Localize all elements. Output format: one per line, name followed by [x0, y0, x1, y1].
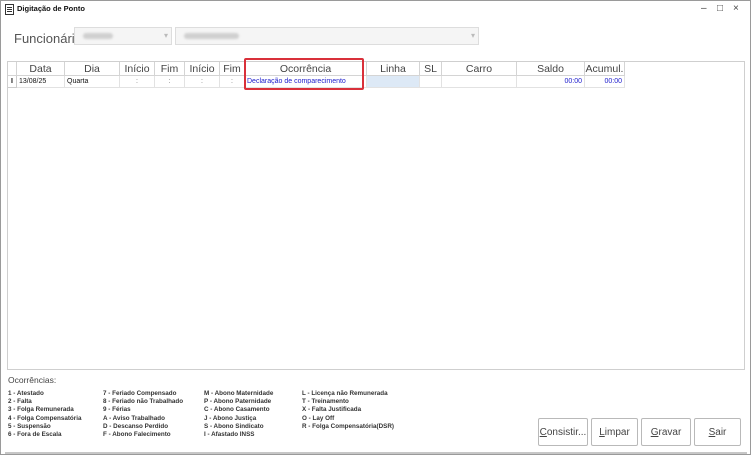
consistir-mnemonic: C — [539, 427, 547, 438]
timesheet-grid[interactable]: Data Dia Início Fim Início Fim Ocorrênci… — [7, 61, 745, 370]
chevron-down-icon[interactable]: ▾ — [164, 31, 168, 40]
bottom-divider — [5, 452, 747, 454]
legend-item: 2 - Falta — [8, 398, 32, 406]
row-indicator: I — [8, 76, 17, 88]
limpar-button[interactable]: Limpar — [591, 418, 638, 446]
legend-column-3: M - Abono Maternidade P - Abono Paternid… — [204, 390, 273, 439]
close-button[interactable]: × — [733, 3, 739, 15]
consistir-label: onsistir... — [546, 427, 587, 438]
cell-acumul[interactable]: 00:00 — [585, 76, 625, 88]
maximize-button[interactable]: □ — [717, 3, 723, 15]
cell-inicio1[interactable]: : — [120, 76, 155, 88]
legend-title: Ocorrências: — [8, 375, 57, 385]
row-indicator-header — [8, 62, 17, 76]
col-fim1-header[interactable]: Fim — [155, 62, 185, 76]
cell-inicio2[interactable]: : — [185, 76, 220, 88]
legend-item: S - Abono Sindicato — [204, 422, 264, 430]
cell-carro[interactable] — [442, 76, 517, 88]
legend-item: I - Afastado INSS — [204, 431, 255, 439]
gravar-button[interactable]: Gravar — [641, 418, 691, 446]
legend-item: 5 - Suspensão — [8, 422, 51, 430]
legend-item: A - Aviso Trabalhado — [103, 414, 165, 422]
window: Digitação de Ponto – □ × Funcionário: ▾ … — [0, 0, 751, 455]
legend-item: 7 - Feriado Compensado — [103, 390, 177, 397]
legend-item: L - Licença não Remunerada — [302, 390, 388, 397]
legend-item: 9 - Férias — [103, 406, 131, 414]
consistir-button[interactable]: Consistir... — [538, 418, 588, 446]
legend-item: M - Abono Maternidade — [204, 390, 274, 397]
title-bar: Digitação de Ponto – □ × — [1, 1, 750, 19]
employee-id-input[interactable]: ▾ — [74, 27, 172, 45]
legend-column-1: 1 - Atestado 2 - Falta 3 - Folga Remuner… — [8, 390, 81, 439]
legend-item: P - Abono Paternidade — [204, 398, 272, 406]
minimize-button[interactable]: – — [701, 3, 707, 15]
sair-label: air — [715, 427, 727, 438]
chevron-down-icon[interactable]: ▾ — [471, 31, 475, 40]
legend-item: J - Abono Justiça — [204, 414, 257, 422]
legend-item: 8 - Feriado não Trabalhado — [103, 398, 184, 406]
window-title: Digitação de Ponto — [17, 4, 85, 13]
gravar-label: ravar — [658, 427, 682, 438]
legend-item: F - Abono Falecimento — [103, 431, 171, 439]
legend-item: 1 - Atestado — [8, 390, 44, 397]
cell-fim1[interactable]: : — [155, 76, 185, 88]
ocorrencia-highlight-box — [244, 58, 364, 90]
legend-item: R - Folga Compensatória(DSR) — [302, 422, 395, 430]
col-saldo-header[interactable]: Saldo — [517, 62, 585, 76]
col-linha-header[interactable]: Linha — [367, 62, 420, 76]
col-sl-header[interactable]: SL — [420, 62, 442, 76]
col-inicio1-header[interactable]: Início — [120, 62, 155, 76]
col-acumul-header[interactable]: Acumul. — [585, 62, 625, 76]
cell-sl[interactable] — [420, 76, 442, 88]
cell-data[interactable]: 13/08/25 — [17, 76, 65, 88]
legend-item: 4 - Folga Compensatória — [8, 414, 82, 422]
cell-saldo[interactable]: 00:00 — [517, 76, 585, 88]
employee-name-input[interactable]: ▾ — [175, 27, 479, 45]
sair-button[interactable]: Sair — [694, 418, 741, 446]
legend-item: 3 - Folga Remunerada — [8, 406, 74, 414]
cell-dia[interactable]: Quarta — [65, 76, 120, 88]
legend-item: O - Lay Off — [302, 414, 335, 422]
col-dia-header[interactable]: Dia — [65, 62, 120, 76]
col-data-header[interactable]: Data — [17, 62, 65, 76]
legend-item: T - Treinamento — [302, 398, 349, 406]
legend-item: X - Falta Justificada — [302, 406, 362, 414]
legend-item: C - Abono Casamento — [204, 406, 270, 414]
col-inicio2-header[interactable]: Início — [185, 62, 220, 76]
legend-item: 6 - Fora de Escala — [8, 431, 62, 439]
cell-linha[interactable] — [367, 76, 420, 88]
legend-item: D - Descanso Perdido — [103, 422, 169, 430]
col-fim2-header[interactable]: Fim — [220, 62, 245, 76]
col-carro-header[interactable]: Carro — [442, 62, 517, 76]
limpar-label: impar — [604, 427, 630, 438]
document-icon — [5, 4, 14, 15]
legend-column-2: 7 - Feriado Compensado 8 - Feriado não T… — [103, 390, 183, 439]
legend-column-4: L - Licença não Remunerada T - Treinamen… — [302, 390, 394, 431]
cell-fim2[interactable]: : — [220, 76, 245, 88]
